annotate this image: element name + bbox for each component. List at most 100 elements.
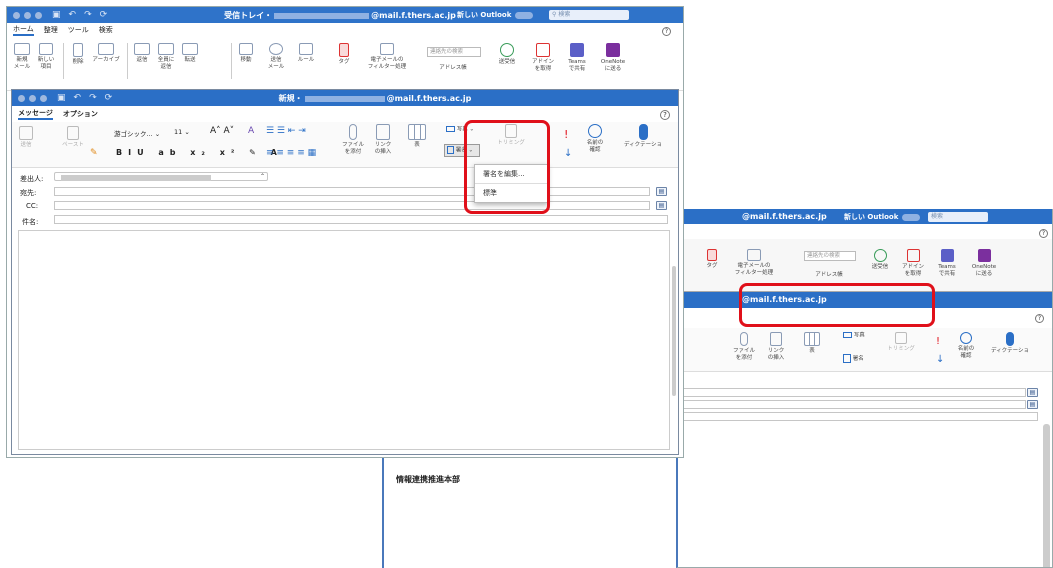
table-button[interactable]: 表	[404, 124, 430, 149]
dictate-button[interactable]: ディクテーショ	[618, 124, 668, 149]
rules-button[interactable]: ルール	[293, 43, 319, 64]
main-search-box[interactable]: ⚲ 検索	[549, 10, 629, 20]
right-filter-button[interactable]: 電子メールの フィルター処理	[734, 249, 774, 277]
right-help-icon[interactable]: ?	[1039, 229, 1048, 238]
move-button[interactable]: 移動	[235, 43, 257, 64]
delete-button[interactable]: 削除	[67, 43, 89, 66]
grow-font-icon[interactable]: A˄ A˅	[210, 126, 234, 136]
right-dictate-button[interactable]: ディクテーショ	[986, 332, 1034, 355]
to-field[interactable]	[54, 187, 650, 196]
tab-home[interactable]: ホーム	[13, 24, 34, 36]
right-picture-button[interactable]: 写真	[843, 332, 873, 340]
filter-button[interactable]: 電子メールの フィルター処理	[365, 43, 409, 71]
right-to-field[interactable]	[680, 388, 1026, 397]
send-receive-button[interactable]: 送受信	[495, 43, 519, 66]
font-name-select[interactable]: 游ゴシック... ⌄	[114, 128, 172, 138]
main-help-icon[interactable]: ?	[662, 27, 671, 36]
address-book-button[interactable]: アドレス帳	[427, 65, 479, 72]
right-send-receive-button[interactable]: 送受信	[868, 249, 892, 271]
priority-high-icon[interactable]: !	[564, 128, 568, 141]
insert-link-button[interactable]: リンク の挿入	[370, 124, 396, 156]
tab-search[interactable]: 検索	[99, 25, 113, 35]
addin-label: アドイン を取得	[531, 59, 554, 72]
cc-address-book-icon[interactable]: ▤	[656, 201, 667, 210]
compose-scrollbar[interactable]	[672, 266, 676, 396]
right-onenote-label: OneNote に送る	[971, 264, 997, 277]
tab-tools[interactable]: ツール	[68, 25, 89, 35]
right-names-button[interactable]: 名前の 確認	[952, 332, 980, 360]
compose-window-controls[interactable]	[18, 94, 47, 102]
tab-message[interactable]: メッセージ	[18, 108, 53, 120]
right-table-button[interactable]: 表	[802, 332, 822, 355]
right-signature-button[interactable]: 署名	[843, 354, 873, 363]
priority-low-icon[interactable]: ↓	[564, 148, 572, 159]
right-onenote-button[interactable]: OneNote に送る	[968, 249, 1000, 278]
new-mail-button[interactable]: 新規 メール	[11, 43, 33, 71]
tag-button[interactable]: タグ	[333, 43, 355, 66]
reply-button[interactable]: 返信	[131, 43, 153, 64]
onenote-button[interactable]: OneNote に送る	[597, 43, 629, 73]
list-icons[interactable]: ☰ ☰ ⇤ ⇥	[266, 126, 306, 136]
search-placeholder: 検索	[558, 11, 571, 18]
message-body[interactable]	[18, 230, 670, 450]
alignment-icons[interactable]: ≡ ≡ ≡ ≡ ▦	[266, 148, 316, 158]
tab-organize[interactable]: 整理	[44, 25, 58, 35]
from-select[interactable]: ⌃	[54, 172, 268, 181]
send-receive-label: 送受信	[498, 59, 516, 65]
to-address-book-icon[interactable]: ▤	[656, 187, 667, 196]
right-new-outlook-toggle[interactable]	[902, 213, 921, 221]
right-trim-button[interactable]: トリミング	[884, 332, 918, 353]
format-painter-icon[interactable]: ✎	[90, 148, 98, 158]
send-button[interactable]: 送信	[14, 126, 38, 149]
right-priority-icon[interactable]: !	[936, 336, 940, 347]
right-teams-button[interactable]: Teams で共有	[934, 249, 960, 278]
contact-search-placeholder: 連絡先の検索	[430, 49, 464, 55]
forward-button[interactable]: 転送	[179, 43, 201, 64]
link-icon	[770, 332, 782, 346]
new-item-button[interactable]: 新しい 項目	[35, 43, 57, 71]
right-link-button[interactable]: リンク の挿入	[762, 332, 790, 362]
cc-field[interactable]	[54, 201, 650, 210]
right-addin-label: アドイン を取得	[901, 264, 924, 277]
names-label: 名前の 確認	[586, 140, 604, 153]
sync-icon	[500, 43, 514, 57]
right-address-book-label: アドレス帳	[815, 272, 843, 278]
right-addin-button[interactable]: アドイン を取得	[900, 249, 926, 278]
right-low-priority-icon[interactable]: ↓	[936, 354, 944, 365]
right-compose-help-icon[interactable]: ?	[1035, 314, 1044, 323]
font-name-value: 游ゴシック...	[114, 130, 153, 138]
font-size-select[interactable]: 11 ⌄	[174, 128, 204, 138]
right-titlebar: @mail.f.thers.ac.jp 新しい Outlook 検索	[678, 209, 1052, 224]
contact-search-box[interactable]: 連絡先の検索	[427, 47, 481, 57]
right-scrollbar[interactable]	[1043, 424, 1050, 567]
compose-title-suffix: @mail.f.thers.ac.jp	[386, 94, 472, 103]
clear-format-icon[interactable]: A	[248, 126, 254, 136]
right-cc-field[interactable]	[680, 400, 1026, 409]
rules-mail-button[interactable]: 送信 メール	[263, 43, 289, 71]
addin-button[interactable]: アドイン を取得	[529, 43, 557, 73]
link-icon	[376, 124, 390, 140]
check-names-button[interactable]: 名前の 確認	[582, 124, 608, 154]
right-address-book-icon-2[interactable]: ▤	[1027, 400, 1038, 409]
paste-label: ペースト	[62, 142, 84, 148]
filter-label: 電子メールの フィルター処理	[367, 57, 407, 70]
right-attach-button[interactable]: ファイル を添付	[730, 332, 758, 362]
right-address-book-icon-1[interactable]: ▤	[1027, 388, 1038, 397]
right-tag-button[interactable]: タグ	[700, 249, 724, 270]
paste-button[interactable]: ペースト	[58, 126, 88, 149]
teams-icon	[940, 249, 954, 262]
new-outlook-toggle[interactable]	[515, 11, 534, 19]
right-subject-field[interactable]	[680, 412, 1038, 421]
subject-field[interactable]	[54, 215, 668, 224]
reply-all-button[interactable]: 全員に 返信	[155, 43, 177, 71]
right-address-book-button[interactable]: アドレス帳	[804, 272, 854, 279]
right-search-box[interactable]: 検索	[928, 212, 988, 222]
formatting-toolbar[interactable]: BIU ab x₂ x² ✎ A	[116, 148, 283, 157]
save-icon[interactable]: ▣	[57, 93, 66, 103]
compose-help-icon[interactable]: ?	[660, 110, 670, 120]
attach-file-button[interactable]: ファイル を添付	[340, 124, 366, 156]
tab-options[interactable]: オプション	[63, 109, 98, 119]
archive-button[interactable]: アーカイブ	[91, 43, 121, 64]
teams-button[interactable]: Teams で共有	[563, 43, 591, 73]
right-contact-search[interactable]: 連絡先の検索	[804, 251, 856, 261]
